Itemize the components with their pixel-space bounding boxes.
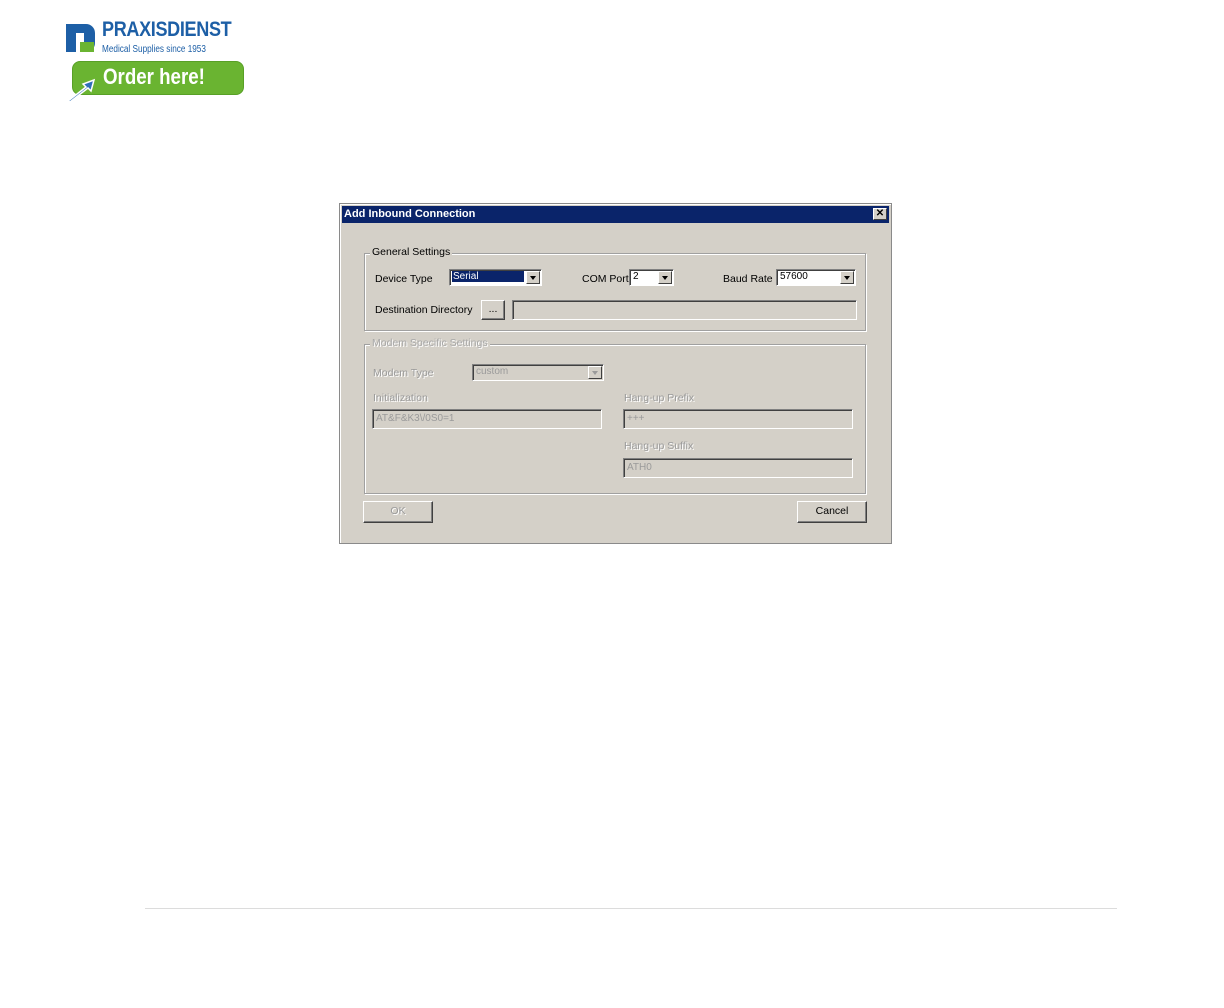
baud-rate-label: Baud Rate <box>723 273 773 285</box>
baud-rate-select[interactable]: 57600 <box>776 269 856 286</box>
close-icon: ✕ <box>875 208 885 219</box>
destination-directory-label: Destination Directory <box>375 304 473 316</box>
modem-type-select[interactable]: custom <box>472 364 604 381</box>
brand-name: PRAXISDIENST <box>102 18 232 41</box>
chevron-down-icon[interactable] <box>840 271 854 284</box>
com-port-select[interactable]: 2 <box>629 269 674 286</box>
brand-tagline: Medical Supplies since 1953 <box>102 44 206 55</box>
praxisdienst-logo-icon <box>62 20 98 56</box>
com-port-value: 2 <box>633 271 639 282</box>
device-type-label: Device Type <box>375 273 433 285</box>
baud-rate-value: 57600 <box>780 271 808 282</box>
browse-button[interactable]: ... <box>481 300 505 320</box>
general-settings-legend: General Settings <box>370 246 453 258</box>
close-button[interactable]: ✕ <box>873 208 887 220</box>
com-port-label: COM Port <box>582 273 629 285</box>
device-type-value: Serial <box>452 271 524 282</box>
initialization-field[interactable]: AT&F&K3\/0S0=1 <box>372 409 602 429</box>
modem-settings-group: Modem Specific Settings Modem Type custo… <box>364 337 866 494</box>
praxisdienst-banner[interactable]: PRAXISDIENST Medical Supplies since 1953… <box>62 18 246 104</box>
page-divider <box>145 908 1117 909</box>
arrow-icon <box>66 78 96 103</box>
modem-type-label: Modem Type <box>373 367 434 379</box>
order-here-label: Order here! <box>103 64 205 89</box>
chevron-down-icon[interactable] <box>526 271 540 284</box>
cancel-button[interactable]: Cancel <box>797 501 867 523</box>
hangup-suffix-field[interactable]: ATH0 <box>623 458 853 478</box>
initialization-value: AT&F&K3\/0S0=1 <box>376 413 455 424</box>
ok-button[interactable]: OK <box>363 501 433 523</box>
modem-settings-legend: Modem Specific Settings <box>370 337 490 349</box>
hangup-prefix-field[interactable]: +++ <box>623 409 853 429</box>
dialog-titlebar[interactable]: Add Inbound Connection ✕ <box>342 206 889 223</box>
dialog-title: Add Inbound Connection <box>344 208 476 220</box>
device-type-select[interactable]: Serial <box>449 269 542 286</box>
general-settings-group: General Settings Device Type Serial COM … <box>364 246 866 331</box>
hangup-suffix-label: Hang-up Suffix <box>624 440 694 452</box>
add-inbound-connection-dialog: Add Inbound Connection ✕ General Setting… <box>339 203 892 544</box>
hangup-prefix-label: Hang-up Prefix <box>624 392 695 404</box>
initialization-label: Initialization <box>373 392 428 404</box>
chevron-down-icon[interactable] <box>658 271 672 284</box>
hangup-prefix-value: +++ <box>627 413 645 424</box>
modem-type-value: custom <box>476 366 509 377</box>
destination-directory-field[interactable] <box>512 300 857 320</box>
hangup-suffix-value: ATH0 <box>627 462 652 473</box>
chevron-down-icon[interactable] <box>588 366 602 379</box>
